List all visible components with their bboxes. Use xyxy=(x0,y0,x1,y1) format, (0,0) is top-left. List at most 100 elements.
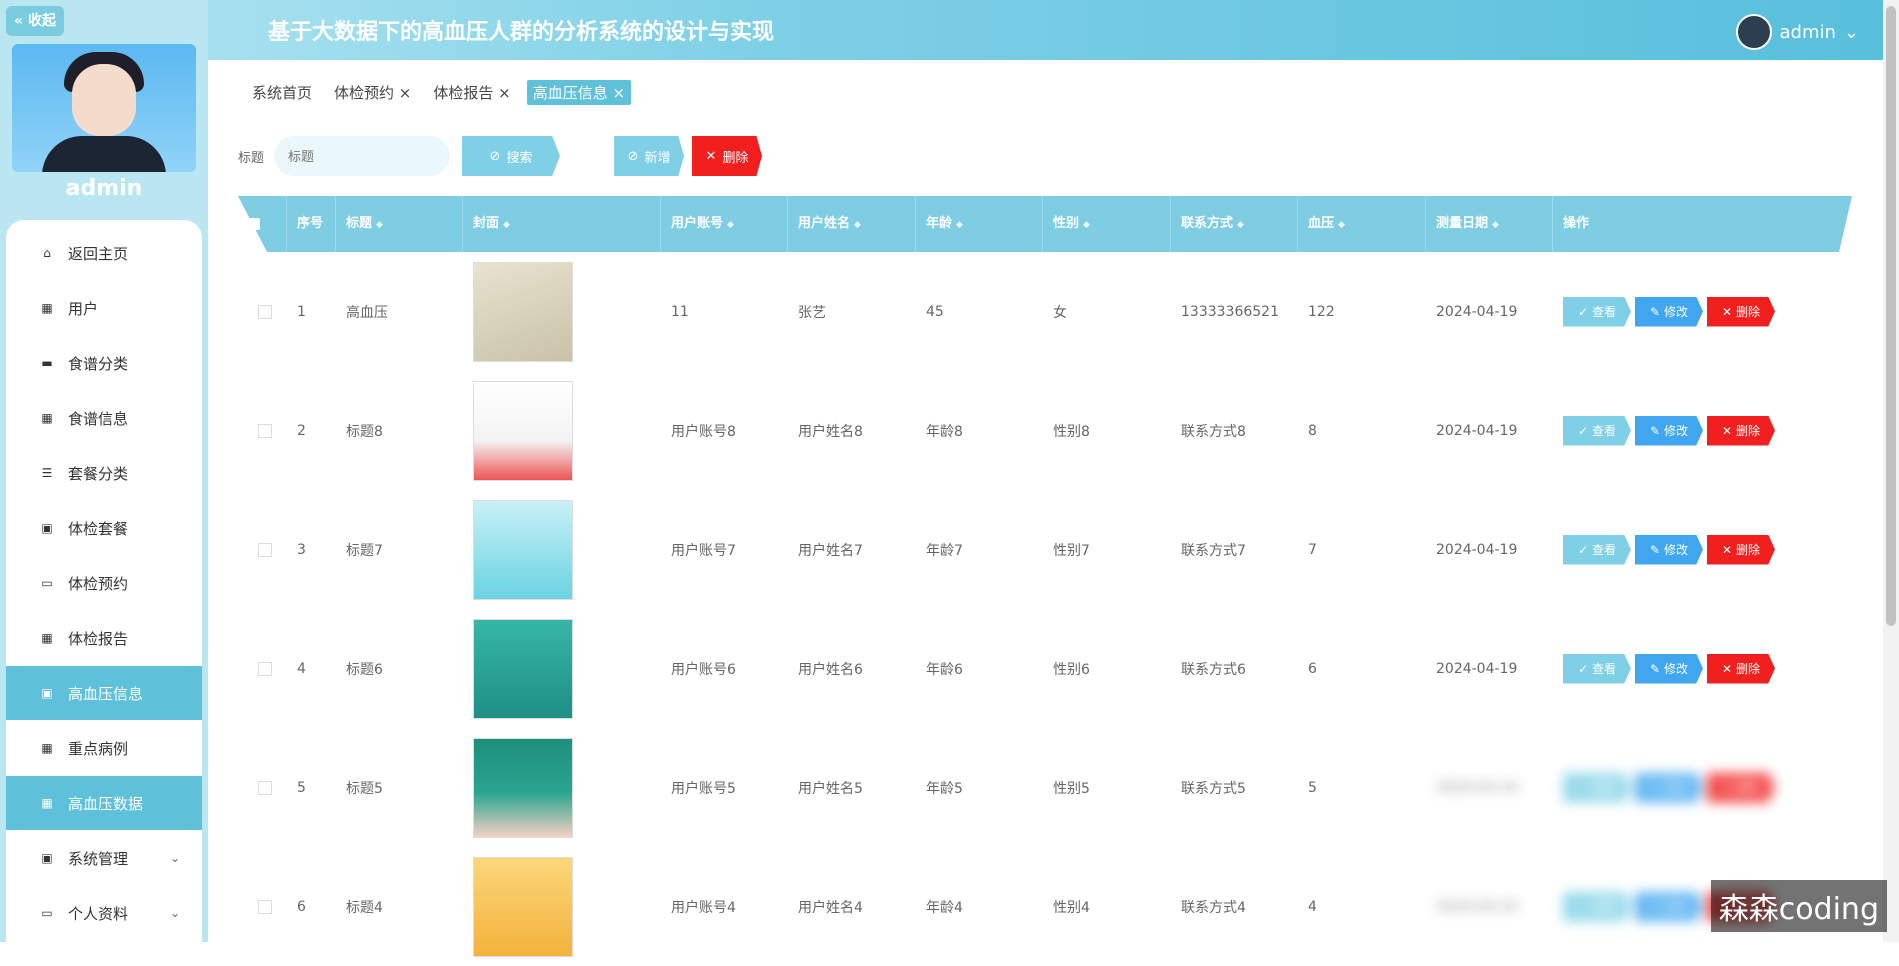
cell-bp: 8 xyxy=(1308,422,1317,439)
tab-hypertension-info[interactable]: 高血压信息 × xyxy=(526,80,632,105)
edit-button[interactable]: ✎ 修改 xyxy=(1635,534,1703,565)
delete-label: 删除 xyxy=(1736,305,1761,319)
edit-label: 修改 xyxy=(1664,900,1689,914)
table-row: 1 高血压 11 张艺 45 女 13333366521 122 2024-04… xyxy=(238,252,1852,371)
cell-sex: 性别8 xyxy=(1053,423,1090,440)
tab-checkup-booking[interactable]: 体检预约 × xyxy=(328,80,417,105)
sidebar-item-key-cases[interactable]: ▦ 重点病例 xyxy=(6,721,202,775)
row-checkbox[interactable] xyxy=(248,252,272,371)
edit-button[interactable]: ✎ 修改 xyxy=(1635,415,1703,446)
cell-bp: 6 xyxy=(1308,660,1317,677)
sidebar-item-home[interactable]: ⌂ 返回主页 xyxy=(6,226,202,280)
header-cover[interactable]: 封面 ◆ xyxy=(463,196,661,252)
select-all-cell[interactable] xyxy=(238,196,287,252)
sidebar-item-checkup-report[interactable]: ▦ 体检报告 xyxy=(6,611,202,665)
header-account[interactable]: 用户账号 ◆ xyxy=(661,196,788,252)
view-button[interactable]: ✓ 查看 xyxy=(1563,772,1631,803)
row-checkbox[interactable] xyxy=(248,728,272,847)
chevron-down-icon: ⌄ xyxy=(1843,21,1859,43)
sidebar: « 收起 admin ⌂ 返回主页 ▦ 用户 ▬ 食谱分类 ▦ 食谱信息 ☰ 套餐分类 ▣… xyxy=(0,0,208,942)
add-button-label: 新增 xyxy=(644,150,671,166)
header-sex[interactable]: 性别 ◆ xyxy=(1043,196,1171,252)
scrollbar-track[interactable] xyxy=(1883,0,1899,942)
delete-row-button[interactable]: ✕删除 xyxy=(1707,534,1775,565)
home-icon: ⌂ xyxy=(43,246,51,260)
sidebar-item-hypertension-info[interactable]: ▣ 高血压信息 xyxy=(6,666,202,720)
header-phone[interactable]: 联系方式 ◆ xyxy=(1171,196,1298,252)
view-button[interactable]: ✓ 查看 xyxy=(1563,534,1631,565)
sidebar-item-recipe-info[interactable]: ▦ 食谱信息 xyxy=(6,391,202,445)
checkbox[interactable] xyxy=(258,542,272,557)
checkbox[interactable] xyxy=(258,304,272,319)
header-date[interactable]: 测量日期 ◆ xyxy=(1426,196,1553,252)
search-bar: 标题 ⊘ 搜索 ⊘ 新增 ✕ 删除 xyxy=(238,136,763,176)
checkbox[interactable] xyxy=(258,661,272,676)
app-title: 基于大数据下的高血压人群的分析系统的设计与实现 xyxy=(268,20,775,45)
row-checkbox[interactable] xyxy=(248,847,272,966)
avatar-body xyxy=(42,136,166,172)
sort-icon: ◆ xyxy=(503,220,510,230)
checkbox[interactable] xyxy=(258,780,272,795)
sidebar-item-checkup-booking[interactable]: ▭ 体检预约 xyxy=(6,556,202,610)
chat-icon: ▬ xyxy=(41,356,53,370)
view-label: 查看 xyxy=(1592,543,1617,557)
table-row: 2 标题8 用户账号8 用户姓名8 年龄8 性别8 联系方式8 8 2024-0… xyxy=(238,371,1852,490)
sidebar-item-checkup-package[interactable]: ▣ 体检套餐 xyxy=(6,501,202,555)
check-icon: ✓ xyxy=(1577,423,1589,438)
sidebar-item-profile[interactable]: ▭ 个人资料 ⌄ xyxy=(6,886,202,940)
header-no[interactable]: 序号 xyxy=(287,196,336,252)
checkbox[interactable] xyxy=(258,899,272,914)
row-checkbox[interactable] xyxy=(248,371,272,490)
delete-button[interactable]: ✕ 删除 xyxy=(692,136,763,176)
header-title[interactable]: 标题 ◆ xyxy=(336,196,463,252)
sidebar-item-label: 体检预约 xyxy=(68,574,129,593)
cell-sex: 性别5 xyxy=(1053,780,1090,797)
delete-row-button[interactable]: ✕删除 xyxy=(1707,415,1775,446)
sidebar-item-hypertension-data[interactable]: ▦ 高血压数据 xyxy=(6,776,202,830)
edit-button[interactable]: ✎ 修改 xyxy=(1635,296,1703,327)
delete-row-button[interactable]: ✕删除 xyxy=(1707,296,1775,327)
table-row: 3 标题7 用户账号7 用户姓名7 年龄7 性别7 联系方式7 7 2024-0… xyxy=(238,490,1852,609)
collapse-button[interactable]: « 收起 xyxy=(6,6,64,36)
chevron-down-icon: ⌄ xyxy=(169,851,180,865)
cell-sex: 性别4 xyxy=(1053,899,1090,916)
view-button[interactable]: ✓ 查看 xyxy=(1563,296,1631,327)
sidebar-item-recipe-category[interactable]: ▬ 食谱分类 xyxy=(6,336,202,390)
cell-date: 2024-04-19 xyxy=(1436,660,1518,677)
edit-button[interactable]: ✎ 修改 xyxy=(1635,772,1703,803)
tab-home[interactable]: 系统首页 xyxy=(246,80,318,105)
row-checkbox[interactable] xyxy=(248,490,272,609)
row-checkbox[interactable] xyxy=(248,609,272,728)
cell-bp: 122 xyxy=(1308,303,1335,320)
tab-checkup-report[interactable]: 体检报告 × xyxy=(427,80,516,105)
delete-row-button[interactable]: ✕删除 xyxy=(1707,772,1775,803)
user-menu[interactable]: admin ⌄ xyxy=(1735,14,1859,50)
sidebar-item-user[interactable]: ▦ 用户 xyxy=(6,281,202,335)
cell-date: 2024-04-19 xyxy=(1436,898,1518,915)
header-bp[interactable]: 血压 ◆ xyxy=(1298,196,1426,252)
profile-avatar xyxy=(12,44,196,172)
scrollbar-thumb[interactable] xyxy=(1886,6,1896,626)
view-button[interactable]: ✓ 查看 xyxy=(1563,415,1631,446)
add-button[interactable]: ⊘ 新增 xyxy=(614,136,685,176)
checkbox[interactable] xyxy=(258,423,272,438)
search-input[interactable] xyxy=(274,136,451,176)
edit-button[interactable]: ✎ 修改 xyxy=(1635,653,1703,684)
cell-account: 用户账号5 xyxy=(671,780,736,797)
sidebar-menu: ⌂ 返回主页 ▦ 用户 ▬ 食谱分类 ▦ 食谱信息 ☰ 套餐分类 ▣ 体检套餐 ▭ 体检预约 … xyxy=(6,220,202,942)
cell-age: 年龄8 xyxy=(926,423,963,440)
view-button[interactable]: ✓ 查看 xyxy=(1563,891,1631,922)
top-header: 基于大数据下的高血压人群的分析系统的设计与实现 admin ⌄ xyxy=(0,0,1883,60)
select-all-checkbox[interactable] xyxy=(248,218,260,230)
view-button[interactable]: ✓ 查看 xyxy=(1563,653,1631,684)
header-age[interactable]: 年龄 ◆ xyxy=(916,196,1043,252)
edit-button[interactable]: ✎ 修改 xyxy=(1635,891,1703,922)
header-name[interactable]: 用户姓名 ◆ xyxy=(788,196,916,252)
search-button[interactable]: ⊘ 搜索 xyxy=(462,136,561,176)
delete-label: 删除 xyxy=(1736,781,1761,795)
delete-row-button[interactable]: ✕删除 xyxy=(1707,653,1775,684)
sidebar-item-package-category[interactable]: ☰ 套餐分类 xyxy=(6,446,202,500)
table-row: 6 标题4 用户账号4 用户姓名4 年龄4 性别4 联系方式4 4 2024-0… xyxy=(238,847,1852,966)
cell-name: 用户姓名4 xyxy=(798,899,863,916)
sidebar-item-system-management[interactable]: ▣ 系统管理 ⌄ xyxy=(6,831,202,885)
